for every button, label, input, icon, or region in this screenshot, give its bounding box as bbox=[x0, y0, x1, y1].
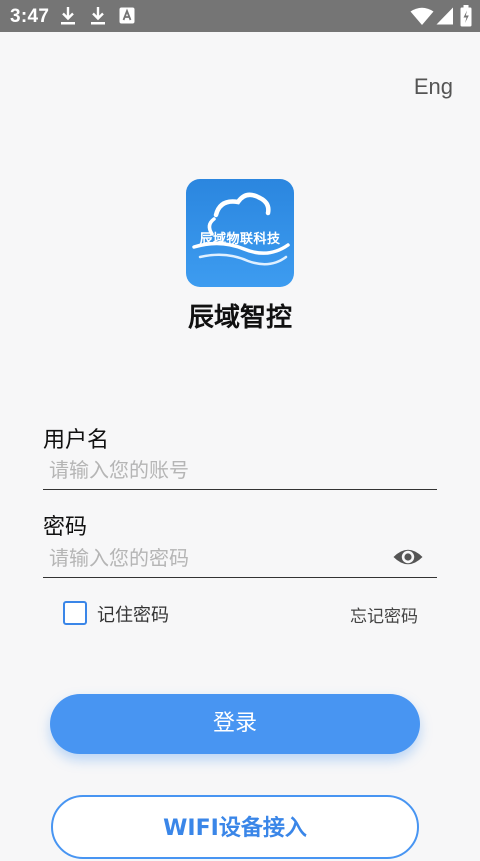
password-input[interactable] bbox=[43, 538, 437, 578]
wifi-icon bbox=[410, 7, 434, 25]
battery-charging-icon bbox=[460, 5, 472, 27]
app-logo: 辰域物联科技 bbox=[186, 179, 294, 287]
status-bar: 3:47 bbox=[0, 0, 480, 32]
remember-password-label: 记住密码 bbox=[97, 605, 169, 626]
a-notification-icon bbox=[119, 7, 135, 24]
status-time: 3:47 bbox=[10, 6, 50, 27]
app-name: 辰域智控 bbox=[187, 303, 292, 333]
download-icon bbox=[91, 7, 105, 25]
login-button[interactable]: 登录 bbox=[50, 694, 420, 754]
language-toggle[interactable]: Eng bbox=[414, 74, 453, 100]
forgot-password-link[interactable]: 忘记密码 bbox=[350, 602, 418, 627]
password-label: 密码 bbox=[43, 515, 88, 540]
wifi-device-access-button[interactable]: WIFI设备接入 bbox=[51, 795, 419, 859]
logo-text: 辰域物联科技 bbox=[199, 232, 281, 247]
username-input[interactable] bbox=[43, 450, 437, 490]
signal-icon bbox=[436, 7, 453, 25]
show-password-eye-icon[interactable] bbox=[392, 544, 424, 570]
download-icon bbox=[61, 7, 75, 25]
remember-password-checkbox[interactable] bbox=[63, 601, 87, 625]
